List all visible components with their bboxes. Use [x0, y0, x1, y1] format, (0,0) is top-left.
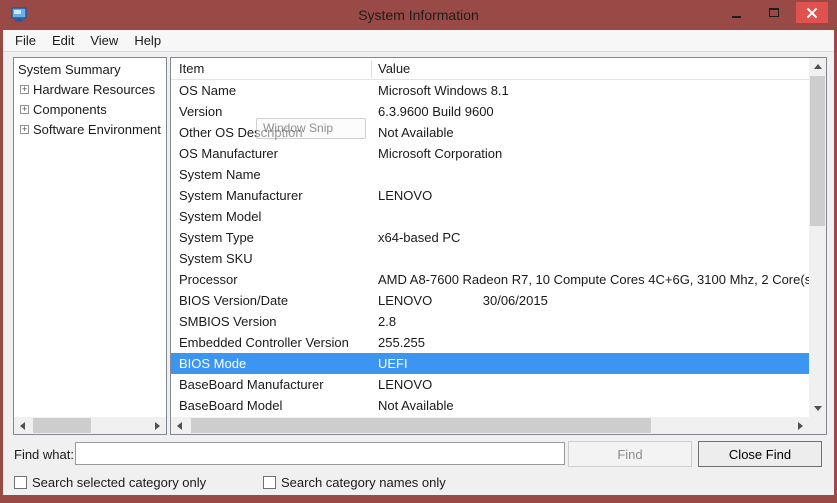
scroll-right-button[interactable]: [792, 417, 809, 434]
find-what-label: Find what:: [14, 444, 74, 466]
tree-item-software-environment[interactable]: + Software Environment: [14, 121, 166, 139]
left-arrow-icon: [177, 422, 182, 430]
scrollbar-thumb[interactable]: [191, 418, 651, 433]
search-category-names-checkbox[interactable]: [263, 476, 276, 489]
tree-item-system-summary[interactable]: System Summary: [14, 61, 166, 79]
minimize-icon: [732, 16, 741, 18]
summary-list: Item Value OS NameMicrosoft Windows 8.1 …: [170, 57, 827, 435]
table-row-selected[interactable]: BIOS ModeUEFI: [171, 353, 809, 374]
search-selected-category-option[interactable]: Search selected category only: [14, 473, 206, 491]
tree-horizontal-scrollbar[interactable]: [14, 417, 166, 434]
scroll-up-button[interactable]: [809, 58, 826, 75]
table-row[interactable]: System Typex64-based PC: [171, 227, 809, 248]
table-row[interactable]: BIOS Version/DateLENOVO 30/06/2015: [171, 290, 809, 311]
up-arrow-icon: [814, 64, 822, 69]
menu-file[interactable]: File: [7, 30, 44, 51]
expand-icon[interactable]: +: [20, 125, 29, 134]
scroll-right-button[interactable]: [149, 417, 166, 434]
table-row[interactable]: Embedded Controller Version255.255: [171, 332, 809, 353]
category-tree: System Summary + Hardware Resources + Co…: [13, 57, 167, 435]
column-header-item[interactable]: Item: [179, 58, 204, 79]
maximize-icon: [769, 8, 779, 17]
maximize-button[interactable]: [759, 2, 788, 23]
table-row[interactable]: OS NameMicrosoft Windows 8.1: [171, 80, 809, 101]
expand-icon[interactable]: +: [20, 85, 29, 94]
window-title: System Information: [0, 0, 837, 30]
table-row[interactable]: BaseBoard ModelNot Available: [171, 395, 809, 416]
scroll-left-button[interactable]: [14, 417, 31, 434]
find-input[interactable]: [75, 442, 565, 465]
expand-icon[interactable]: +: [20, 105, 29, 114]
scroll-down-button[interactable]: [809, 400, 826, 417]
table-row[interactable]: System ManufacturerLENOVO: [171, 185, 809, 206]
system-information-window: System Information File Edit View Help: [0, 0, 837, 503]
menu-view[interactable]: View: [82, 30, 126, 51]
scrollbar-thumb[interactable]: [810, 76, 825, 226]
scrollbar-thumb[interactable]: [33, 418, 91, 433]
tree-item-components[interactable]: + Components: [14, 101, 166, 119]
right-arrow-icon: [155, 422, 160, 430]
right-arrow-icon: [798, 422, 803, 430]
checkbox-label[interactable]: Search selected category only: [32, 475, 206, 490]
close-find-button[interactable]: Close Find: [698, 441, 822, 467]
checkbox-label[interactable]: Search category names only: [281, 475, 446, 490]
menu-bar: File Edit View Help: [3, 30, 834, 52]
search-category-names-option[interactable]: Search category names only: [263, 473, 446, 491]
column-header-value[interactable]: Value: [378, 58, 410, 79]
close-button[interactable]: [796, 2, 828, 23]
tree-item-hardware-resources[interactable]: + Hardware Resources: [14, 81, 166, 99]
snip-tooltip-ghost: Window Snip: [256, 118, 366, 139]
list-header: Item Value: [171, 58, 809, 80]
table-row[interactable]: SMBIOS Version2.8: [171, 311, 809, 332]
left-arrow-icon: [20, 422, 25, 430]
title-bar[interactable]: System Information: [0, 0, 837, 30]
table-row[interactable]: System SKU: [171, 248, 809, 269]
scrollbar-corner: [809, 417, 826, 434]
table-row[interactable]: ProcessorAMD A8-7600 Radeon R7, 10 Compu…: [171, 269, 809, 290]
search-selected-category-checkbox[interactable]: [14, 476, 27, 489]
column-separator[interactable]: [371, 60, 372, 78]
table-row[interactable]: System Model: [171, 206, 809, 227]
down-arrow-icon: [814, 406, 822, 411]
scroll-left-button[interactable]: [171, 417, 188, 434]
table-row[interactable]: System Name: [171, 164, 809, 185]
list-horizontal-scrollbar[interactable]: [171, 417, 809, 434]
table-row[interactable]: OS ManufacturerMicrosoft Corporation: [171, 143, 809, 164]
minimize-button[interactable]: [722, 2, 751, 23]
menu-help[interactable]: Help: [126, 30, 169, 51]
client-area: File Edit View Help System Summary + Har…: [3, 30, 834, 495]
vertical-scrollbar[interactable]: [809, 58, 826, 417]
table-row[interactable]: BaseBoard ManufacturerLENOVO: [171, 374, 809, 395]
menu-edit[interactable]: Edit: [44, 30, 82, 51]
find-button[interactable]: Find: [568, 441, 692, 467]
